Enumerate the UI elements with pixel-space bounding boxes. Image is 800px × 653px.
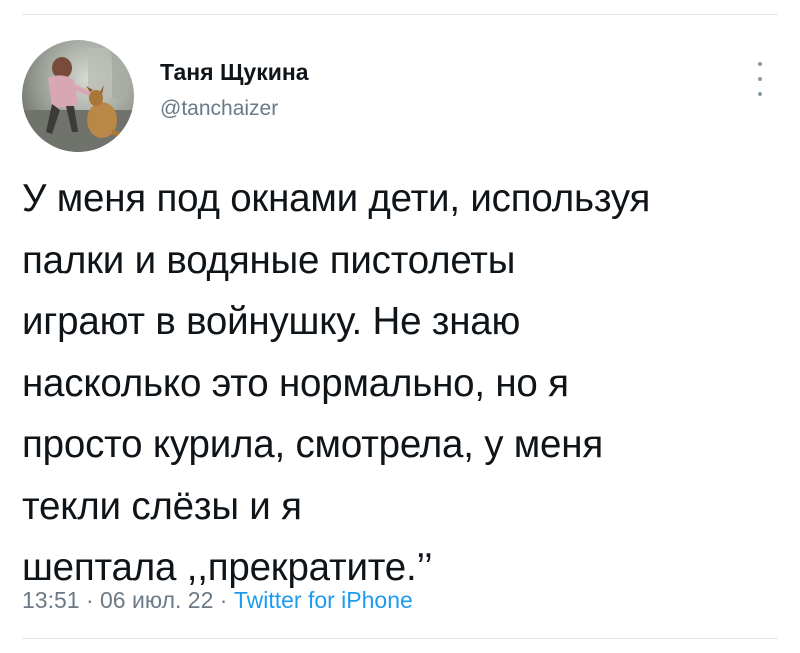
top-divider bbox=[22, 14, 778, 15]
more-vertical-icon-dot bbox=[758, 92, 762, 96]
user-handle[interactable]: @tanchaizer bbox=[160, 96, 309, 122]
bottom-divider bbox=[22, 638, 778, 639]
tweet-date[interactable]: 06 июл. 22 bbox=[100, 587, 213, 613]
tweet-text: У меня под окнами дети, используя палки … bbox=[22, 177, 651, 589]
meta-separator: · bbox=[219, 587, 228, 613]
avatar-photo bbox=[22, 40, 134, 152]
tweet-time[interactable]: 13:51 bbox=[22, 587, 80, 613]
author-info: Таня Щукина @tanchaizer bbox=[160, 58, 309, 122]
more-vertical-icon-dot bbox=[758, 77, 762, 81]
tweet-header: Таня Щукина @tanchaizer bbox=[22, 40, 778, 152]
display-name[interactable]: Таня Щукина bbox=[160, 58, 309, 86]
tweet-meta: 13:51 · 06 июл. 22 · Twitter for iPhone bbox=[22, 585, 413, 615]
meta-separator: · bbox=[85, 587, 94, 613]
avatar[interactable] bbox=[22, 40, 134, 152]
more-options-button[interactable] bbox=[750, 62, 770, 96]
tweet-source-link[interactable]: Twitter for iPhone bbox=[234, 587, 413, 613]
more-vertical-icon bbox=[758, 62, 762, 66]
